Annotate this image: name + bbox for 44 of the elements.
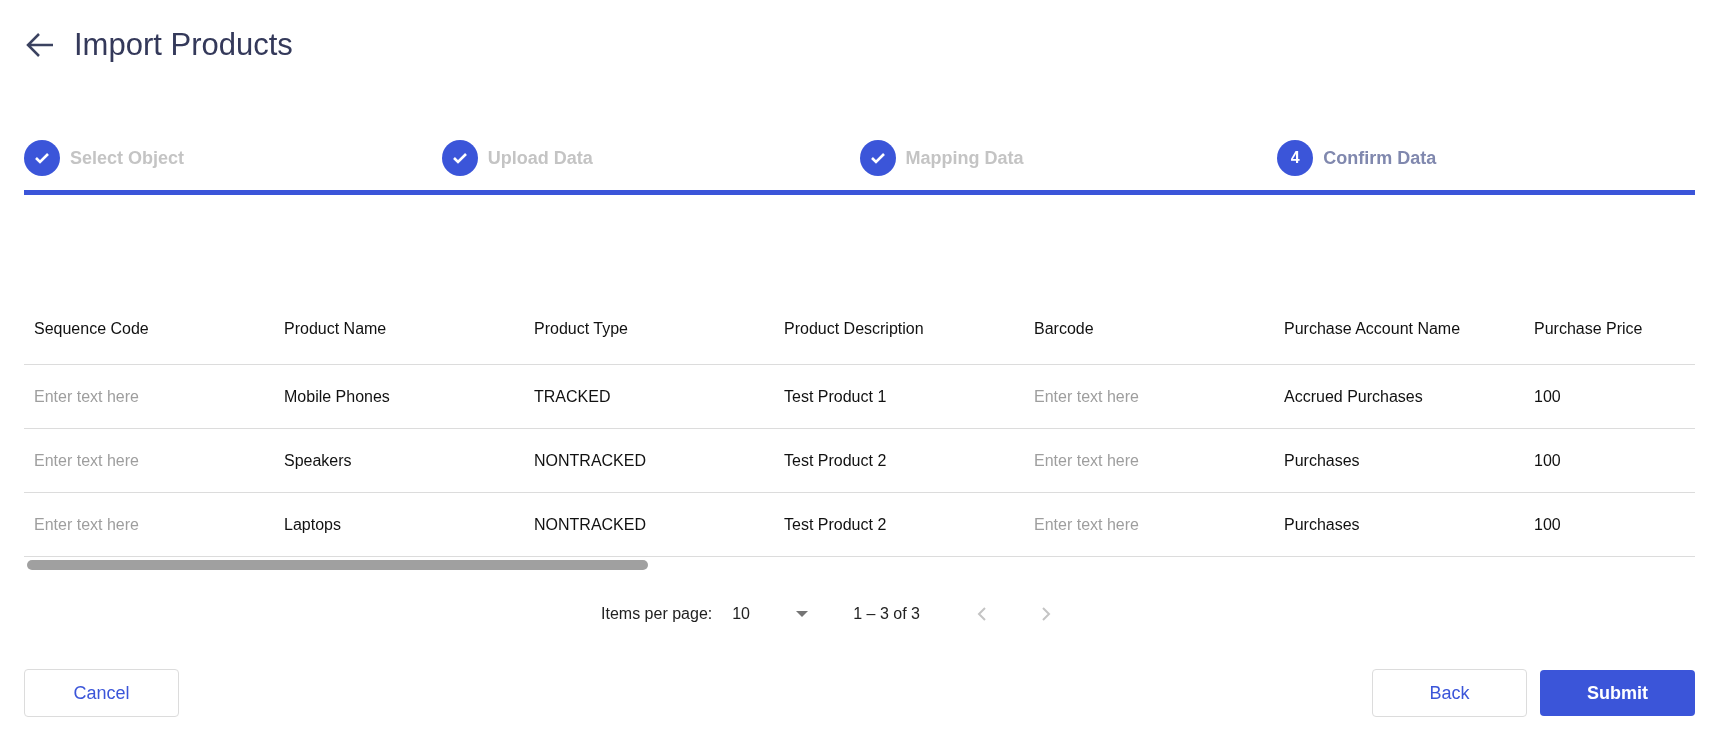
step-number: 4 bbox=[1277, 140, 1314, 176]
table-cell: Test Product 2 bbox=[784, 515, 887, 533]
table-cell: 100 bbox=[1534, 387, 1561, 405]
chevron-right-icon bbox=[1040, 606, 1051, 622]
dropdown-caret-icon bbox=[796, 611, 809, 617]
page-title: Import Products bbox=[74, 25, 293, 64]
column-header: Product Name bbox=[284, 320, 387, 337]
items-per-page-label: Items per page: bbox=[601, 604, 713, 624]
items-per-page-select[interactable]: 10 bbox=[732, 602, 809, 626]
step-label: Mapping Data bbox=[905, 146, 1024, 170]
step-label: Select Object bbox=[70, 146, 185, 170]
table-cell: 100 bbox=[1534, 451, 1561, 469]
page-range: 1 – 3 of 3 bbox=[853, 604, 920, 624]
horizontal-scrollbar[interactable] bbox=[27, 560, 648, 570]
column-header: Sequence Code bbox=[34, 320, 149, 337]
table-cell: Accrued Purchases bbox=[1284, 387, 1423, 405]
input-field[interactable]: Enter text here bbox=[34, 384, 234, 409]
table-cell: NONTRACKED bbox=[534, 451, 646, 469]
table-cell: Laptops bbox=[284, 515, 341, 533]
table-cell: Mobile Phones bbox=[284, 387, 390, 405]
table-cell: Test Product 2 bbox=[784, 451, 887, 469]
chevron-left-icon bbox=[976, 606, 987, 622]
table-cell: Test Product 1 bbox=[784, 387, 887, 405]
column-header: Purchase Account Name bbox=[1284, 320, 1461, 337]
input-field[interactable]: Enter text here bbox=[1034, 512, 1234, 537]
step-label: Confirm Data bbox=[1323, 146, 1437, 170]
submit-button[interactable]: Submit bbox=[1540, 670, 1695, 716]
table-cell: Purchases bbox=[1284, 515, 1360, 533]
table-cell: TRACKED bbox=[534, 387, 611, 405]
input-field[interactable]: Enter text here bbox=[34, 448, 234, 473]
table-cell: Speakers bbox=[284, 451, 352, 469]
column-header: Barcode bbox=[1034, 320, 1094, 337]
table-cell: 100 bbox=[1534, 515, 1561, 533]
input-field[interactable]: Enter text here bbox=[1034, 384, 1234, 409]
input-field[interactable]: Enter text here bbox=[34, 512, 234, 537]
column-header: Product Type bbox=[534, 320, 628, 337]
table-cell: Purchases bbox=[1284, 451, 1360, 469]
column-header: Product Description bbox=[784, 320, 924, 337]
step-label: Upload Data bbox=[487, 146, 593, 170]
back-button[interactable]: Back bbox=[1372, 669, 1527, 717]
table-cell: NONTRACKED bbox=[534, 515, 646, 533]
input-field[interactable]: Enter text here bbox=[1034, 448, 1234, 473]
column-header: Purchase Price bbox=[1534, 320, 1643, 337]
cancel-button[interactable]: Cancel bbox=[24, 669, 179, 717]
